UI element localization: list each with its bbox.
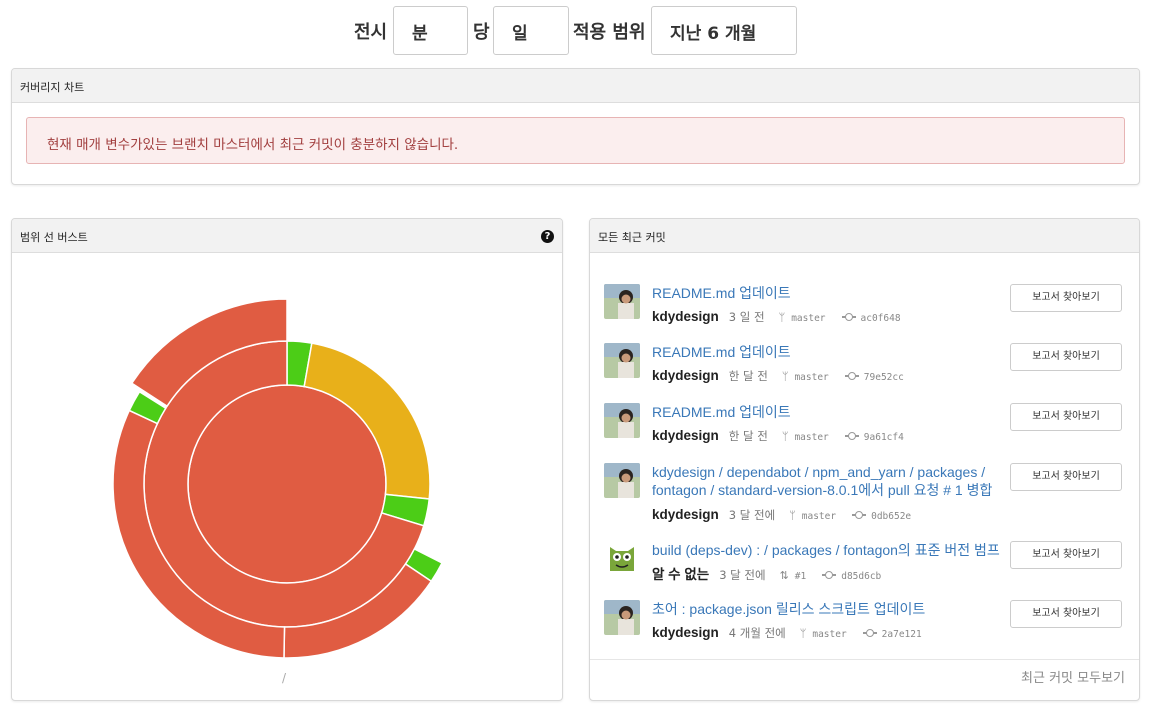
browse-report-button[interactable]: 보고서 찾아보기: [1010, 600, 1122, 628]
see-all-commits-link[interactable]: 최근 커밋 모두보기: [1021, 667, 1125, 686]
avatar: [604, 403, 640, 438]
commit-time: 3 일 전: [728, 310, 765, 324]
branch-icon: ᛘ: [789, 509, 796, 522]
divider: [590, 659, 1139, 660]
branch-icon: ᛘ: [781, 370, 789, 383]
commit-sha: 79e52cc: [863, 372, 904, 383]
browse-report-button[interactable]: 보고서 찾아보기: [1010, 463, 1122, 491]
commit-time: 4 개월 전에: [728, 626, 786, 640]
display-label: 전시: [354, 22, 388, 43]
browse-report-button[interactable]: 보고서 찾아보기: [1010, 403, 1122, 431]
commit-icon: [822, 571, 837, 579]
sunburst-root-segment[interactable]: [187, 384, 387, 584]
commit-title-link[interactable]: README.md 업데이트: [652, 403, 1007, 421]
sunburst-root-label: /: [282, 671, 287, 685]
commit-author: kdydesign: [652, 428, 719, 443]
commit-branch: #1: [794, 571, 807, 582]
recent-commits-header: 모든 최근 커밋: [590, 219, 1139, 253]
commit-branch: master: [812, 629, 847, 640]
recent-commits-panel: 모든 최근 커밋 README.md 업데이트 kdydesign 3 일 전 ᛘ ma…: [589, 218, 1140, 701]
coverage-chart-header: 커버리지 차트: [12, 69, 1139, 103]
commit-meta: kdydesign 한 달 전 ᛘ master 79e52cc: [652, 365, 904, 383]
commit-time: 한 달 전: [728, 369, 768, 383]
sunburst-chart[interactable]: [12, 253, 562, 693]
browse-report-button[interactable]: 보고서 찾아보기: [1010, 541, 1122, 569]
question-circle-icon[interactable]: ?: [541, 230, 554, 243]
branch-icon: ᛘ: [799, 627, 807, 640]
coverage-alert: 현재 매개 변수가있는 브랜치 마스터에서 최근 커밋이 충분하지 않습니다.: [26, 117, 1125, 164]
avatar: [604, 343, 640, 378]
avatar: [604, 600, 640, 635]
commit-author: kdydesign: [652, 625, 719, 640]
commit-branch: master: [794, 372, 829, 383]
commit-author: kdydesign: [652, 368, 719, 383]
commit-title-link[interactable]: README.md 업데이트: [652, 343, 1007, 361]
per-select[interactable]: 일: [493, 6, 569, 55]
sunburst-title: 범위 선 버스트: [20, 231, 88, 244]
branch-icon: ᛘ: [781, 430, 789, 443]
commit-meta: kdydesign 4 개월 전에 ᛘ master 2a7e121: [652, 622, 922, 640]
branch-icon: ᛘ: [778, 311, 786, 324]
commit-sha: 0db652e: [871, 511, 912, 522]
commit-icon: [844, 432, 859, 440]
commit-author: kdydesign: [652, 507, 719, 522]
commit-time: 한 달 전: [728, 429, 768, 443]
commit-time: 3 달 전에: [719, 568, 766, 582]
avatar: [604, 284, 640, 319]
commit-icon: [862, 629, 877, 637]
scope-label: 적용 범위: [573, 22, 646, 43]
browse-report-button[interactable]: 보고서 찾아보기: [1010, 284, 1122, 312]
filter-bar: 전시 분 당 일 적용 범위 지난 6 개월: [0, 6, 1152, 55]
avatar: [604, 463, 640, 498]
pull-request-icon: ⇅: [779, 569, 789, 582]
commit-meta: kdydesign 3 달 전에 ᛘ master 0db652e: [652, 504, 912, 522]
commit-icon: [844, 372, 859, 380]
commit-icon: [852, 511, 867, 519]
commit-meta: kdydesign 3 일 전 ᛘ master ac0f648: [652, 306, 901, 324]
commit-title-link[interactable]: build (deps-dev) : / packages / fontagon…: [652, 541, 1007, 559]
commit-title-link[interactable]: kdydesign / dependabot / npm_and_yarn / …: [652, 463, 1007, 499]
commit-meta: 알 수 없는 3 달 전에 ⇅ #1 d85d6cb: [652, 563, 882, 582]
browse-report-button[interactable]: 보고서 찾아보기: [1010, 343, 1122, 371]
sunburst-panel: 범위 선 버스트 ? /: [11, 218, 563, 701]
commit-branch: master: [791, 313, 826, 324]
scope-select[interactable]: 지난 6 개월: [651, 6, 797, 55]
per-label: 당: [473, 22, 490, 43]
avatar: [604, 541, 640, 576]
commit-author: 알 수 없는: [652, 567, 710, 582]
unit-select[interactable]: 분: [393, 6, 468, 55]
commit-author: kdydesign: [652, 309, 719, 324]
commit-branch: master: [801, 511, 837, 522]
commit-sha: 9a61cf4: [863, 432, 904, 443]
commit-title-link[interactable]: README.md 업데이트: [652, 284, 1007, 302]
coverage-chart-panel: 커버리지 차트 현재 매개 변수가있는 브랜치 마스터에서 최근 커밋이 충분하…: [11, 68, 1140, 185]
commit-time: 3 달 전에: [728, 508, 776, 522]
commit-title-link[interactable]: 초어 : package.json 릴리스 스크립트 업데이트: [652, 600, 1007, 618]
commit-sha: ac0f648: [860, 313, 901, 324]
commit-meta: kdydesign 한 달 전 ᛘ master 9a61cf4: [652, 425, 904, 443]
commit-sha: d85d6cb: [841, 571, 882, 582]
commit-sha: 2a7e121: [881, 629, 922, 640]
sunburst-header: 범위 선 버스트 ?: [12, 219, 562, 253]
commit-branch: master: [794, 432, 829, 443]
commit-icon: [841, 313, 856, 321]
